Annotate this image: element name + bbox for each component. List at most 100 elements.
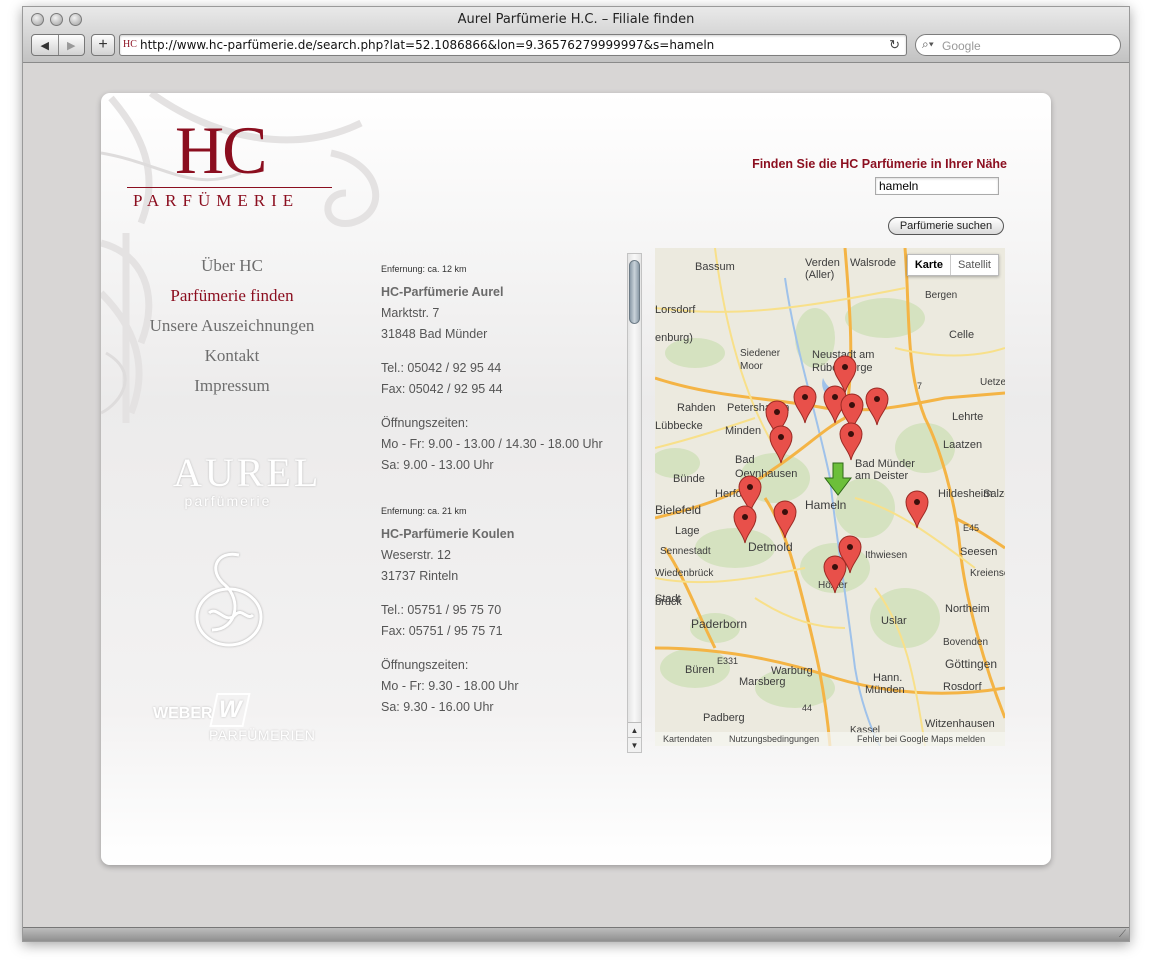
reload-icon[interactable]: ↻: [889, 37, 900, 53]
forest-area: [845, 298, 925, 338]
map-place-label: E45: [963, 523, 979, 533]
site-favicon: HC: [123, 39, 137, 50]
store-map[interactable]: Bassum Verden (Aller) Walsrode Bergen Celle Ue…: [655, 248, 1005, 746]
store-marker-icon[interactable]: [793, 385, 817, 424]
url-text[interactable]: http://www.hc-parfümerie.de/search.php?l…: [140, 38, 714, 52]
map-place-label: Ithwiesen: [865, 550, 907, 561]
store-marker-icon[interactable]: [865, 387, 889, 426]
map-place-label: Hameln: [805, 498, 846, 512]
search-icon: ⌕▾: [922, 37, 934, 51]
map-place-label: am Deister: [855, 470, 909, 482]
map-place-label: Kreiensen: [970, 568, 1005, 579]
map-place-label: Bassum: [695, 261, 735, 273]
results-scrollbar[interactable]: ▲ ▼: [627, 253, 642, 753]
map-place-label: (Aller): [805, 269, 834, 281]
map-place-label: Paderborn: [691, 617, 747, 631]
nav-item-kontakt[interactable]: Kontakt: [131, 341, 333, 371]
map-place-label: brück: [655, 596, 682, 608]
result-hours-label: Öffnungszeiten:: [381, 416, 469, 430]
map-place-label: Marsberg: [739, 676, 785, 688]
map-place-label: 7: [917, 381, 922, 391]
result-city: 31848 Bad Münder: [381, 327, 488, 341]
map-place-label: Verden: [805, 257, 840, 269]
history-buttons: ◀ ▶: [31, 34, 85, 56]
location-search-input[interactable]: [875, 177, 999, 195]
map-place-label: Hann.: [873, 672, 902, 684]
page-card: HC PARFÜMERIE Über HC Parfümerie finden …: [101, 93, 1051, 865]
result-distance: Enfernung: ca. 21 km: [381, 506, 467, 516]
map-type-karte-button[interactable]: Karte: [908, 255, 951, 275]
map-place-label: Münden: [865, 684, 905, 696]
browser-window: Aurel Parfümerie H.C. – Filiale finden ◀…: [22, 6, 1130, 942]
map-type-satellit-button[interactable]: Satellit: [951, 255, 998, 275]
nav-item-impressum[interactable]: Impressum: [131, 371, 333, 401]
map-place-label: 44: [802, 703, 812, 713]
logo-title[interactable]: HC: [175, 115, 267, 185]
result-fax: Fax: 05042 / 92 95 44: [381, 382, 503, 396]
search-placeholder: Google: [942, 39, 981, 53]
scrollbar-thumb[interactable]: [629, 260, 640, 324]
result-tel: Tel.: 05751 / 95 75 70: [381, 603, 502, 617]
window-title: Aurel Parfümerie H.C. – Filiale finden: [457, 12, 695, 27]
map-type-control: Karte Satellit: [906, 254, 999, 276]
map-footer: Kartendaten Nutzungsbedingungen Fehler b…: [655, 732, 1005, 746]
map-data-link[interactable]: Kartendaten: [663, 734, 712, 744]
browser-search-field[interactable]: ⌕▾ Google: [915, 34, 1121, 56]
map-place-label: Lage: [675, 525, 699, 537]
results-list: Enfernung: ca. 12 km HC-Parfümerie Aurel…: [381, 254, 623, 751]
weber-subtitle: PARFÜMERIEN: [209, 727, 316, 743]
map-place-label: Wiedenbrück: [655, 568, 714, 579]
map-place-label: Siedener: [740, 348, 781, 359]
map-place-label: Bielefeld: [655, 503, 701, 517]
result-tel: Tel.: 05042 / 92 95 44: [381, 361, 502, 375]
address-bar[interactable]: HC http://www.hc-parfümerie.de/search.ph…: [119, 34, 907, 56]
map-place-label: Uslar: [881, 615, 907, 627]
store-marker-icon[interactable]: [839, 422, 863, 461]
search-submit-button[interactable]: Parfümerie suchen: [888, 217, 1004, 235]
result-city: 31737 Rinteln: [381, 569, 459, 583]
result-street: Weserstr. 12: [381, 548, 451, 562]
road-minor: [754, 597, 846, 629]
title-bar: Aurel Parfümerie H.C. – Filiale finden ◀…: [23, 7, 1129, 63]
road: [763, 497, 832, 746]
result-name: HC-Parfümerie Koulen: [381, 527, 515, 541]
result-street: Marktstr. 7: [381, 306, 440, 320]
result-hours-weekday: Mo - Fr: 9.00 - 13.00 / 14.30 - 18.00 Uh…: [381, 437, 603, 451]
weber-text: WEBER: [153, 705, 213, 722]
back-button[interactable]: ◀: [32, 35, 58, 55]
map-place-label: Seesen: [960, 546, 997, 558]
map-place-label: Witzenhausen: [925, 718, 995, 730]
map-place-label: Laatzen: [943, 439, 982, 451]
seibel-logo-icon: [195, 552, 263, 647]
result-fax: Fax: 05751 / 95 75 71: [381, 624, 503, 638]
map-place-label: Bünde: [673, 473, 705, 485]
map-place-label: Sennestadt: [660, 546, 711, 557]
add-bookmark-button[interactable]: +: [91, 34, 115, 56]
map-place-label: Bergen: [925, 290, 957, 301]
aurel-brand-subtitle: parfümerie: [184, 493, 272, 509]
result-hours-saturday: Sa: 9.00 - 13.00 Uhr: [381, 458, 494, 472]
map-place-label: Rosdorf: [943, 681, 982, 693]
resize-grip-icon[interactable]: ⟋: [1119, 929, 1126, 940]
map-report-link[interactable]: Fehler bei Google Maps melden: [857, 734, 985, 744]
store-marker-icon[interactable]: [773, 500, 797, 539]
map-place-label: Lorsdorf: [655, 304, 696, 316]
aurel-brand-logo: AUREL: [173, 450, 322, 495]
road: [843, 248, 853, 419]
map-place-label: Rahden: [677, 402, 716, 414]
map-place-label: Minden: [725, 425, 761, 437]
map-place-label: Detmold: [748, 540, 793, 554]
scroll-down-icon[interactable]: ▼: [628, 737, 641, 752]
map-terms-link[interactable]: Nutzungsbedingungen: [729, 734, 819, 744]
result-hours-label: Öffnungszeiten:: [381, 658, 469, 672]
map-canvas[interactable]: Bassum Verden(Aller) Walsrode Bergen Celle Ue…: [655, 248, 1005, 746]
map-place-label: Bad Münder: [855, 458, 915, 470]
search-heading: Finden Sie die HC Parfümerie in Ihrer Nä…: [752, 157, 1007, 171]
nav-item-ueber-hc[interactable]: Über HC: [131, 251, 333, 281]
forward-button[interactable]: ▶: [57, 35, 85, 55]
scroll-up-icon[interactable]: ▲: [628, 722, 641, 737]
map-place-label: E331: [717, 656, 738, 666]
nav-item-auszeichnungen[interactable]: Unsere Auszeichnungen: [131, 311, 333, 341]
logo-subtitle: PARFÜMERIE: [133, 191, 300, 210]
nav-item-parfuemerie-finden[interactable]: Parfümerie finden: [131, 281, 333, 311]
